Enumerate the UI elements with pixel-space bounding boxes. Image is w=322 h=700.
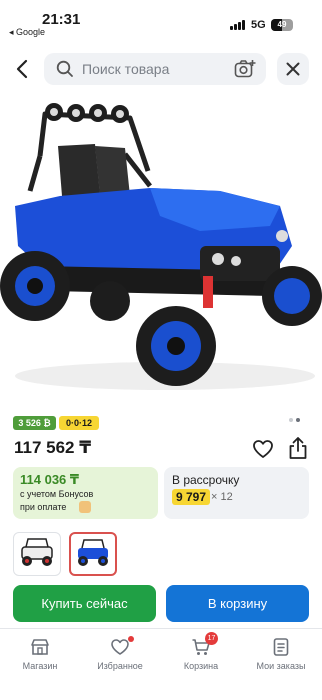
payment-note: при оплате <box>20 502 67 512</box>
shop-icon <box>31 639 49 655</box>
nav-item-cart[interactable]: 17 Корзина <box>161 632 241 677</box>
heart-icon[interactable] <box>252 438 274 460</box>
carousel-dot <box>296 418 300 422</box>
nav-label-orders: Мои заказы <box>256 661 306 671</box>
nav-label-favorites: Избранное <box>97 661 143 671</box>
carousel-dot <box>289 418 293 422</box>
search-input[interactable] <box>82 53 232 85</box>
share-icon[interactable] <box>287 436 309 460</box>
variant-thumbnail-black[interactable] <box>13 532 61 576</box>
coin-icon <box>79 501 91 513</box>
heart-icon <box>111 639 129 655</box>
carousel-indicator <box>289 417 305 423</box>
close-button[interactable] <box>277 53 309 85</box>
nav-item-orders[interactable]: Мои заказы <box>241 637 321 677</box>
search-bar[interactable] <box>44 53 266 85</box>
nav-label-shop: Магазин <box>22 661 58 671</box>
nav-item-favorites[interactable]: Избранное <box>80 636 160 677</box>
installment-badge: 0·0·12 <box>59 416 99 430</box>
installment-title: В рассрочку <box>172 473 240 487</box>
battery-icon: 49 <box>271 19 293 31</box>
battery-level: 49 <box>277 20 287 29</box>
search-header <box>0 48 322 90</box>
close-icon <box>286 62 300 76</box>
installment-months: × 12 <box>211 491 233 503</box>
bottom-navigation: Магазин Избранное 17 Корзина Мои заказы <box>0 628 322 700</box>
search-icon <box>56 60 73 77</box>
blue-utv-thumbnail <box>78 539 108 566</box>
bonus-badge: 3 526 ₿ <box>13 416 56 430</box>
buy-now-button[interactable]: Купить сейчас <box>13 585 156 622</box>
bonus-price-card[interactable]: 114 036 ₸ с учетом Бонусов при оплате <box>13 467 158 519</box>
nav-label-cart: Корзина <box>183 661 219 671</box>
chevron-left-icon <box>16 59 28 79</box>
add-to-cart-button[interactable]: В корзину <box>166 585 309 622</box>
product-price: 117 562 ₸ <box>14 438 92 457</box>
product-photo[interactable] <box>0 96 322 406</box>
nav-item-shop[interactable]: Магазин <box>0 637 80 677</box>
favorites-notification-dot <box>128 636 134 642</box>
cart-count-badge: 17 <box>205 632 218 645</box>
status-time: 21:31 <box>42 11 81 28</box>
orders-icon <box>273 638 289 656</box>
black-white-utv-thumbnail <box>21 538 53 566</box>
signal-icon <box>230 20 246 30</box>
variant-thumbnail-blue[interactable] <box>69 532 117 576</box>
bonus-note: с учетом Бонусов <box>20 489 94 499</box>
camera-search-icon[interactable] <box>234 59 256 79</box>
installment-amount: 9 797 <box>172 489 211 505</box>
installment-card[interactable]: В рассрочку 9 797 × 12 <box>164 467 309 519</box>
status-bar: 21:31 ◂ Google 5G 49 <box>0 0 322 40</box>
back-button[interactable] <box>10 56 36 82</box>
network-type: 5G <box>251 19 266 31</box>
back-to-google-link[interactable]: ◂ Google <box>9 27 45 38</box>
bonus-price: 114 036 ₸ <box>20 472 79 487</box>
